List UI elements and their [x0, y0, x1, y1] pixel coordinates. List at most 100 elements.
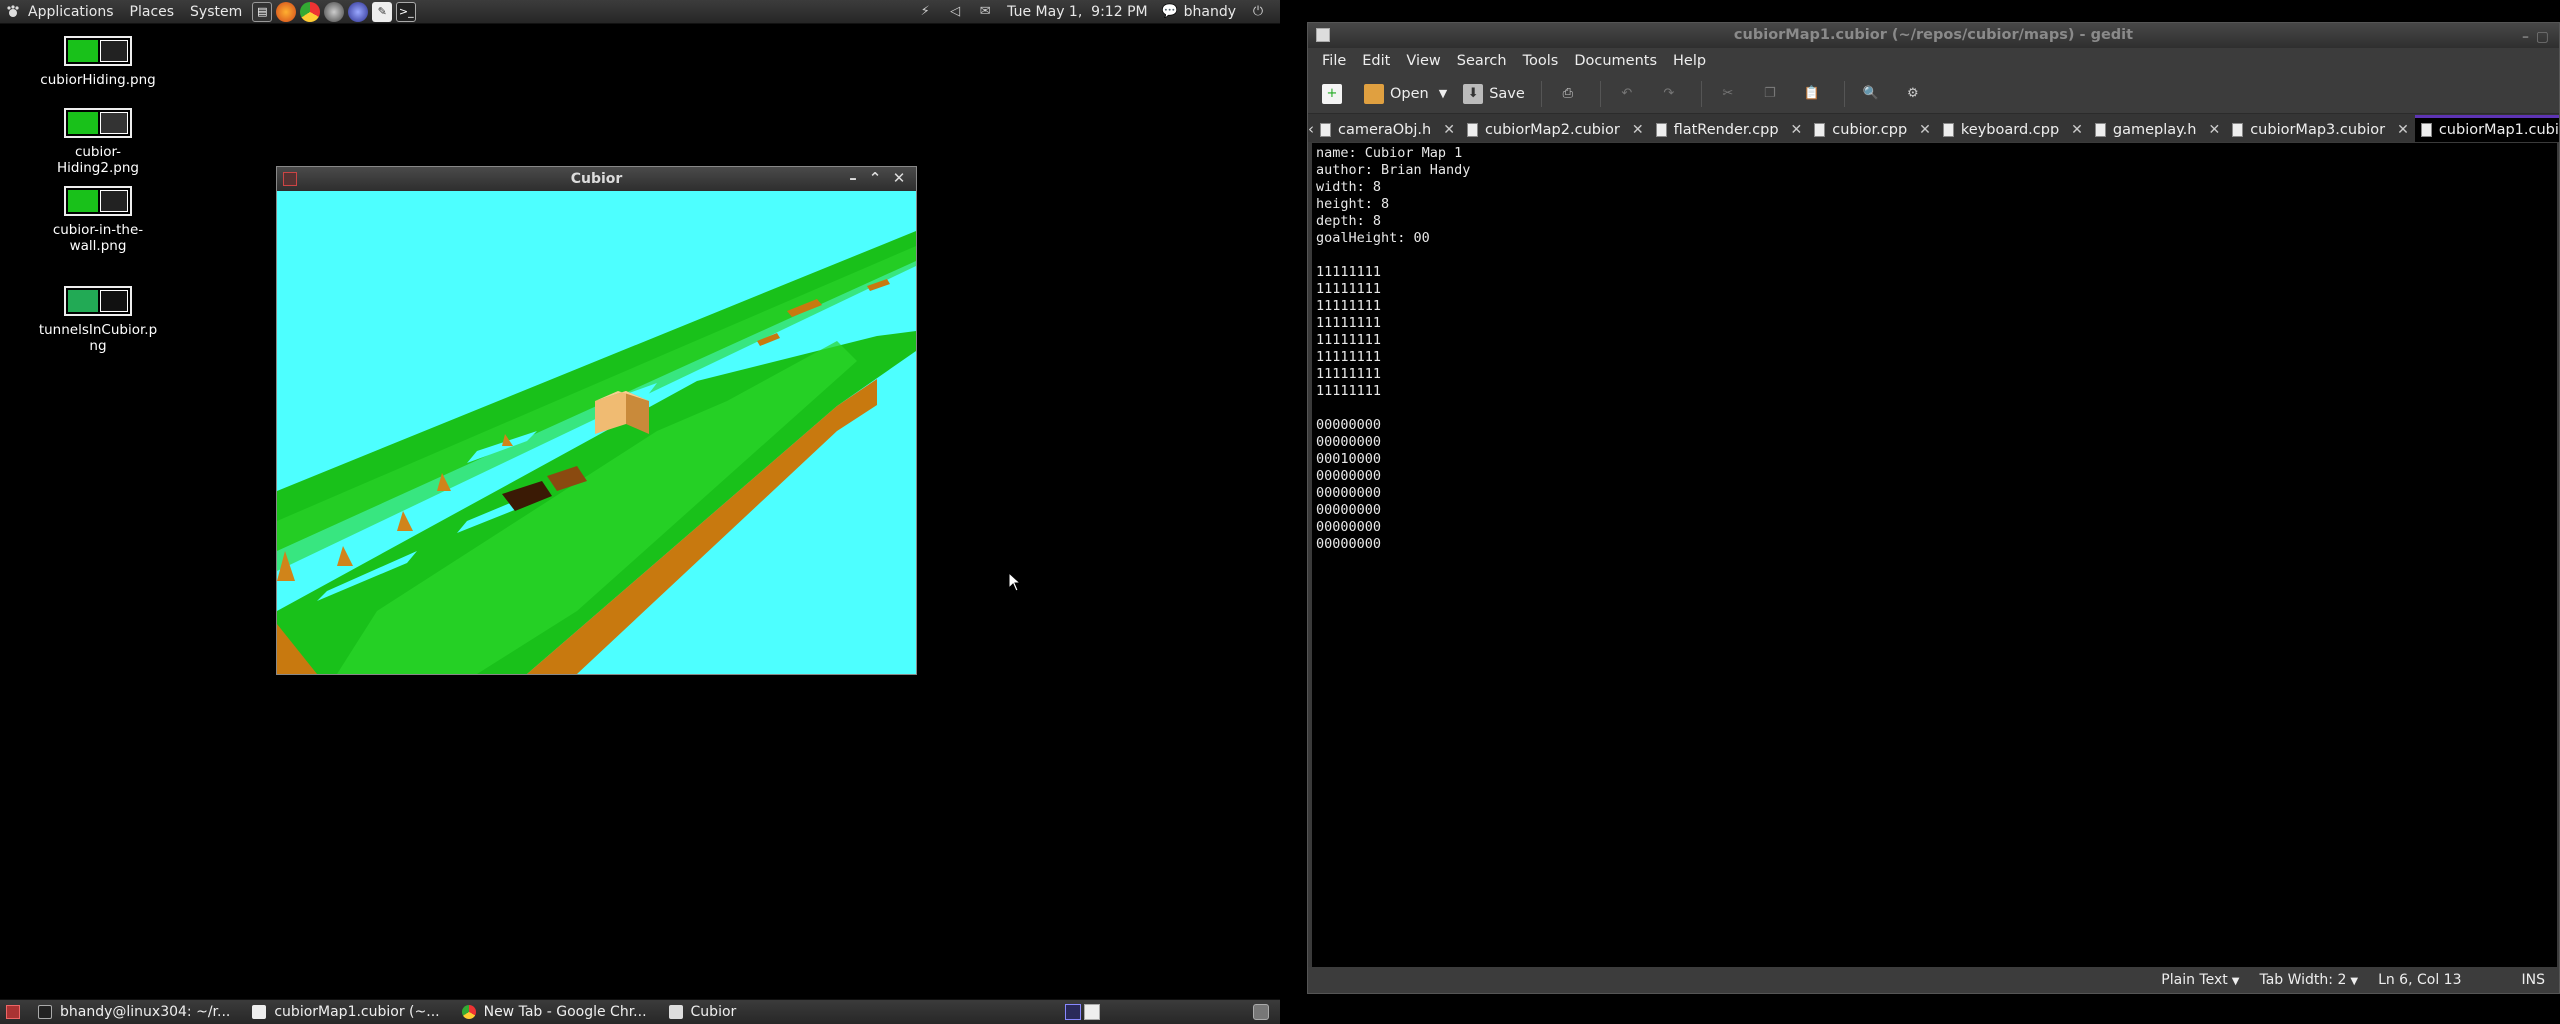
- toolbar-separator: [1599, 80, 1601, 107]
- username[interactable]: bhandy: [1184, 4, 1236, 20]
- menu-documents[interactable]: Documents: [1566, 53, 1665, 69]
- terminal-launcher-icon[interactable]: >_: [396, 1, 417, 22]
- document-icon: [1466, 123, 1478, 137]
- tab-cubiormap2[interactable]: cubiorMap2.cubior ✕: [1461, 118, 1650, 142]
- print-button[interactable]: ⎙: [1552, 78, 1590, 110]
- find-replace-button[interactable]: ⚙: [1897, 78, 1935, 110]
- minimize-icon[interactable]: –: [2522, 25, 2529, 50]
- redo-button[interactable]: ↷: [1653, 78, 1691, 110]
- desktop-file-cubior-in-the-wall[interactable]: cubior-in-the-wall.png: [38, 186, 158, 254]
- window-menu-icon[interactable]: [1316, 28, 1330, 42]
- document-icon: [2232, 123, 2244, 137]
- cubior-titlebar[interactable]: Cubior – ⌃ ✕: [277, 167, 916, 191]
- gnome-logo-icon[interactable]: [6, 4, 20, 19]
- undo-button[interactable]: ↶: [1611, 78, 1649, 110]
- menu-edit[interactable]: Edit: [1354, 53, 1398, 69]
- document-content[interactable]: name: Cubior Map 1 author: Brian Handy w…: [1312, 143, 2557, 555]
- taskbar-cubior[interactable]: Cubior: [661, 1001, 745, 1024]
- menu-search[interactable]: Search: [1449, 53, 1515, 69]
- text-editor-launcher-icon[interactable]: ✎: [372, 1, 393, 22]
- close-tab-icon[interactable]: ✕: [2397, 122, 2409, 138]
- gedit-window[interactable]: cubiorMap1.cubior (~/repos/cubior/maps) …: [1307, 22, 2560, 994]
- desktop-file-cubiorhiding[interactable]: cubiorHiding.png: [38, 36, 158, 88]
- tab-cubiormap3[interactable]: cubiorMap3.cubior ✕: [2226, 118, 2415, 142]
- workspace-1[interactable]: [1065, 1004, 1081, 1020]
- network-launcher-icon[interactable]: [324, 1, 345, 22]
- cubior-window[interactable]: Cubior – ⌃ ✕: [276, 166, 917, 675]
- maximize-icon[interactable]: ⌃: [866, 169, 884, 187]
- document-icon: [1942, 123, 1954, 137]
- menu-tools[interactable]: Tools: [1515, 53, 1567, 69]
- show-desktop-icon[interactable]: [6, 1005, 20, 1019]
- tab-flatrender-cpp[interactable]: flatRender.cpp ✕: [1650, 118, 1809, 142]
- workspace-2[interactable]: [1084, 1004, 1100, 1020]
- window-menu-icon[interactable]: [283, 172, 297, 186]
- save-button[interactable]: ⬇ Save: [1457, 78, 1531, 110]
- desktop-file-label: cubior-Hiding2.png: [57, 144, 139, 176]
- image-thumbnail-icon: [64, 108, 132, 138]
- cut-button[interactable]: ✂: [1712, 78, 1750, 110]
- chrome-launcher-icon[interactable]: [300, 1, 321, 22]
- network-icon[interactable]: ⚡: [917, 4, 933, 20]
- open-button[interactable]: Open ▼: [1358, 78, 1453, 110]
- document-icon: [1320, 123, 1331, 137]
- close-tab-icon[interactable]: ✕: [2208, 122, 2220, 138]
- taskbar-chrome[interactable]: New Tab - Google Chr...: [454, 1001, 655, 1024]
- volume-icon[interactable]: ◁: [947, 4, 963, 20]
- menu-view[interactable]: View: [1398, 53, 1448, 69]
- maximize-icon[interactable]: ▢: [2536, 25, 2549, 50]
- desktop-file-cubior-hiding2[interactable]: cubior-Hiding2.png: [38, 108, 158, 176]
- close-tab-icon[interactable]: ✕: [1791, 122, 1803, 138]
- close-tab-icon[interactable]: ✕: [1632, 122, 1644, 138]
- desktop-file-tunnelsincubior[interactable]: tunnelsInCubior.png: [38, 286, 158, 354]
- tab-label: flatRender.cpp: [1673, 122, 1779, 138]
- tab-cubiormap1-active[interactable]: cubiorMap1.cubior✕: [2414, 115, 2559, 142]
- menu-help[interactable]: Help: [1665, 53, 1714, 69]
- close-icon[interactable]: ✕: [890, 169, 908, 187]
- tab-width-label: Tab Width: 2: [2259, 972, 2347, 988]
- text-editor[interactable]: name: Cubior Map 1 author: Brian Handy w…: [1312, 143, 2557, 969]
- system-monitor-launcher-icon[interactable]: ▤: [252, 1, 273, 22]
- tab-width-selector[interactable]: Tab Width: 2 ▼: [2259, 972, 2358, 988]
- cubior-window-title: Cubior: [570, 171, 623, 187]
- system-menu[interactable]: System: [182, 0, 250, 24]
- system-tray: ⚡ ◁ ✉ Tue May 1, 9:12 PM 💬 bhandy ⏻: [917, 4, 1280, 20]
- tab-label: cubiorMap2.cubior: [1484, 122, 1620, 138]
- paste-button[interactable]: 📋: [1796, 78, 1834, 110]
- gedit-menubar: File Edit View Search Tools Documents He…: [1308, 48, 2559, 74]
- mail-icon[interactable]: ✉: [977, 4, 993, 20]
- folder-icon: [1364, 83, 1384, 104]
- taskbar-gedit[interactable]: cubiorMap1.cubior (~...: [244, 1001, 447, 1024]
- language-label: Plain Text: [2161, 972, 2228, 988]
- trash-icon[interactable]: [1253, 1004, 1269, 1020]
- close-tab-icon[interactable]: ✕: [1919, 122, 1931, 138]
- eclipse-launcher-icon[interactable]: [348, 1, 369, 22]
- chevron-down-icon[interactable]: ▼: [1439, 87, 1447, 100]
- gedit-titlebar[interactable]: cubiorMap1.cubior (~/repos/cubior/maps) …: [1308, 23, 2559, 48]
- new-document-button[interactable]: +: [1316, 78, 1354, 110]
- close-tab-icon[interactable]: ✕: [1443, 122, 1455, 138]
- power-icon[interactable]: ⏻: [1250, 4, 1266, 20]
- close-tab-icon[interactable]: ✕: [2071, 122, 2083, 138]
- terminal-icon: [38, 1005, 52, 1019]
- tab-keyboard-cpp[interactable]: keyboard.cpp ✕: [1937, 118, 2089, 142]
- applications-menu[interactable]: Applications: [20, 0, 122, 24]
- save-icon: ⬇: [1463, 83, 1484, 104]
- menu-file[interactable]: File: [1314, 53, 1354, 69]
- language-selector[interactable]: Plain Text ▼: [2161, 972, 2239, 988]
- find-button[interactable]: 🔍: [1855, 78, 1893, 110]
- tab-gameplay-h[interactable]: gameplay.h ✕: [2089, 118, 2226, 142]
- image-thumbnail-icon: [64, 186, 132, 216]
- places-menu[interactable]: Places: [122, 0, 183, 24]
- tab-cubior-cpp[interactable]: cubior.cpp ✕: [1808, 118, 1937, 142]
- firefox-launcher-icon[interactable]: [276, 1, 297, 22]
- clock[interactable]: Tue May 1, 9:12 PM: [1007, 4, 1147, 20]
- paste-icon: 📋: [1803, 86, 1820, 101]
- toolbar-separator: [1843, 80, 1845, 107]
- taskbar-terminal[interactable]: bhandy@linux304: ~/r...: [30, 1001, 238, 1024]
- tab-cameraobj-h[interactable]: cameraObj.h ✕: [1314, 118, 1461, 142]
- copy-button[interactable]: ❐: [1754, 78, 1792, 110]
- task-label: cubiorMap1.cubior (~...: [274, 1004, 440, 1020]
- minimize-icon[interactable]: –: [844, 169, 862, 187]
- game-viewport[interactable]: [277, 191, 916, 674]
